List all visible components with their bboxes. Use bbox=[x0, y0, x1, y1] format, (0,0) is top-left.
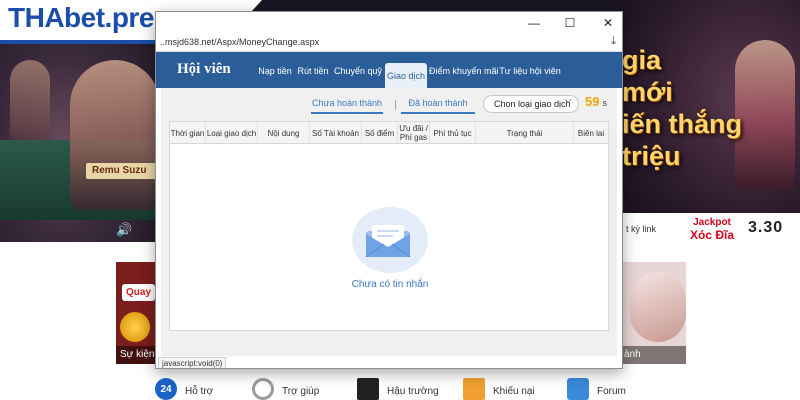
promo-pill: Quay bbox=[122, 284, 156, 301]
promo-card-image bbox=[630, 272, 686, 342]
footer-nav: 24 Hỗ trợ Trợ giúp Hậu trường Khiếu nại … bbox=[0, 378, 800, 400]
select-value: Chọn loại giao dịch bbox=[494, 99, 571, 109]
empty-state-text: Chưa có tin nhắn bbox=[351, 279, 429, 290]
column-header: Biên lai bbox=[577, 128, 605, 138]
tab-withdraw[interactable]: Rút tiền bbox=[296, 52, 330, 88]
popup-window: — ☐ ✕ ..msjd638.net/Aspx/MoneyChange.asp… bbox=[155, 11, 623, 369]
promo-card-caption: ảnh bbox=[622, 346, 686, 364]
chevron-down-icon: ﹀ bbox=[564, 99, 572, 108]
column-header: Phí thủ tục bbox=[430, 122, 476, 144]
column-header: Số điểm bbox=[362, 122, 398, 144]
dealer-figure bbox=[70, 60, 160, 210]
minimize-button[interactable]: — bbox=[522, 14, 546, 32]
promo-card-right[interactable]: ảnh bbox=[622, 262, 686, 364]
support-24-icon: 24 bbox=[155, 378, 177, 400]
dealer-figure bbox=[735, 40, 795, 190]
footer-item-label: Hậu trường bbox=[387, 386, 439, 397]
address-bar[interactable]: ..msjd638.net/Aspx/MoneyChange.aspx ⤓ bbox=[156, 34, 622, 52]
jackpot-line: Xóc Đĩa bbox=[689, 228, 734, 242]
transactions-table: Thời gian Loại giao dịch Nội dung Số Tài… bbox=[169, 121, 609, 331]
footer-item-label: Trợ giúp bbox=[282, 386, 320, 397]
transactions-panel: Chưa hoàn thành Đã hoàn thành Chọn loại … bbox=[161, 88, 617, 356]
tab-transfer[interactable]: Chuyển quỹ bbox=[334, 52, 382, 88]
column-header: Trạng thái bbox=[476, 122, 574, 144]
promo-headline: gia mới iến thắng triệu bbox=[622, 44, 742, 172]
forum-icon bbox=[567, 378, 589, 400]
subtab-completed[interactable]: Đã hoàn thành bbox=[401, 98, 475, 114]
tab-transactions[interactable]: Giao dịch bbox=[385, 63, 427, 88]
envelope-icon bbox=[365, 225, 411, 258]
clapperboard-icon bbox=[357, 378, 379, 400]
countdown-value: 59 bbox=[585, 94, 600, 109]
speaker-icon[interactable]: 🔊 bbox=[116, 222, 132, 238]
footer-item-backstage[interactable]: Hậu trường bbox=[357, 378, 439, 400]
footer-item-complaint[interactable]: Khiếu nại bbox=[463, 378, 535, 400]
footer-item-support[interactable]: 24 Hỗ trợ bbox=[155, 378, 213, 400]
notepad-icon bbox=[463, 378, 485, 400]
footer-item-label: Forum bbox=[597, 386, 626, 397]
column-header: Ưu đãi / Phí gas bbox=[398, 122, 430, 144]
footer-item-help[interactable]: Trợ giúp bbox=[252, 378, 319, 400]
promo-card-caption: Sự kiện bbox=[116, 346, 158, 364]
subtab-pending[interactable]: Chưa hoàn thành bbox=[311, 98, 383, 114]
banner-link-text[interactable]: t kỳ link bbox=[626, 224, 656, 234]
maximize-button[interactable]: ☐ bbox=[558, 14, 582, 32]
coins-icon bbox=[120, 312, 150, 342]
promo-line: iến thắng bbox=[622, 109, 742, 139]
tab-promo-points[interactable]: Điểm khuyến mãi bbox=[429, 52, 499, 88]
close-button[interactable]: ✕ bbox=[596, 14, 620, 32]
empty-state-illustration bbox=[350, 207, 430, 287]
url-text: ..msjd638.net/Aspx/MoneyChange.aspx bbox=[160, 37, 320, 47]
member-title: Hội viên bbox=[177, 61, 231, 77]
member-nav: Hội viên Nạp tiền Rút tiền Chuyển quỹ Gi… bbox=[156, 52, 622, 88]
status-subtabs: Chưa hoàn thành Đã hoàn thành Chọn loại … bbox=[161, 88, 617, 118]
window-titlebar[interactable]: — ☐ ✕ bbox=[156, 12, 622, 34]
dealer-name-tag: Remu Suzu bbox=[86, 163, 160, 179]
column-header: Nội dung bbox=[258, 122, 310, 144]
column-header: Số Tài khoản bbox=[310, 122, 362, 144]
jackpot-label: Jackpot Xóc Đĩa bbox=[682, 217, 742, 241]
status-bar: javascript:void(0) bbox=[156, 356, 622, 368]
countdown-unit: s bbox=[602, 98, 607, 108]
tab-deposit[interactable]: Nạp tiền bbox=[256, 52, 294, 88]
promo-line: gia bbox=[622, 45, 662, 75]
logo-part: THA bbox=[8, 2, 65, 33]
tab-member-profile[interactable]: Tư liệu hội viên bbox=[498, 52, 562, 88]
footer-item-forum[interactable]: Forum bbox=[567, 378, 626, 400]
promo-card-left[interactable]: Quay Sự kiện bbox=[116, 262, 158, 364]
footer-item-label: Hỗ trợ bbox=[185, 386, 214, 397]
transaction-type-select[interactable]: Chọn loại giao dịch ﹀ bbox=[483, 95, 579, 113]
table-header: Thời gian Loại giao dịch Nội dung Số Tài… bbox=[170, 122, 608, 144]
status-text: javascript:void(0) bbox=[158, 357, 227, 368]
refresh-countdown: 59 s bbox=[585, 94, 607, 109]
dealer-figure bbox=[10, 60, 50, 140]
column-header: Thời gian bbox=[170, 122, 206, 144]
jackpot-value: 3.30 bbox=[748, 219, 784, 236]
promo-line: triệu bbox=[622, 141, 681, 171]
download-icon[interactable]: ⤓ bbox=[611, 35, 616, 48]
promo-line: mới bbox=[622, 77, 673, 107]
subtab-divider bbox=[395, 100, 396, 110]
help-icon bbox=[252, 378, 274, 400]
footer-item-label: Khiếu nại bbox=[493, 386, 535, 397]
column-header: Loại giao dịch bbox=[206, 122, 258, 144]
